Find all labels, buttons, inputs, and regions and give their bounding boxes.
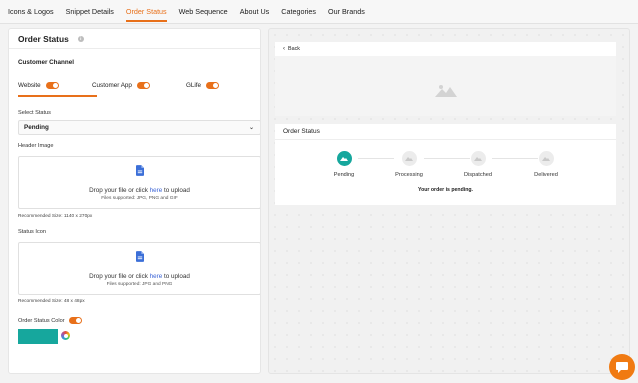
order-status-color-row: Order Status Color	[18, 317, 82, 324]
channel-website-label: Website	[18, 81, 41, 89]
order-status-color-label: Order Status Color	[18, 317, 65, 324]
tab-categories[interactable]: Categories	[281, 0, 316, 24]
color-swatch[interactable]	[18, 329, 58, 344]
active-channel-indicator	[18, 95, 97, 97]
order-status-settings-panel: Order Status i Customer Channel Website …	[8, 28, 261, 374]
icon-upload-text: Drop your file or click here to upload	[89, 273, 190, 280]
header-upload-link[interactable]: here	[150, 187, 163, 194]
step-label: Delivered	[534, 172, 558, 178]
chat-button[interactable]	[609, 354, 635, 380]
status-icon-label: Status Icon	[18, 229, 46, 235]
header-upload-supported: Files supported: JPG, PNG and GIF	[101, 196, 178, 201]
panel-title: Order Status	[18, 33, 69, 44]
channel-customer-app-label: Customer App	[92, 81, 132, 89]
tab-icons-logos[interactable]: Icons & Logos	[8, 0, 54, 24]
header-image-dropzone[interactable]: Drop your file or click here to upload F…	[18, 156, 260, 209]
step-label: Processing	[395, 172, 423, 178]
icon-upload-link[interactable]: here	[150, 273, 163, 280]
channel-customer-app-toggle[interactable]	[136, 81, 150, 89]
tab-snippet-details[interactable]: Snippet Details	[66, 0, 114, 24]
order-status-message: Your order is pending.	[418, 187, 473, 193]
order-status-card-title: Order Status	[275, 124, 616, 140]
channel-glife[interactable]: GLife	[186, 79, 220, 91]
chevron-down-icon: ⌄	[248, 125, 254, 131]
channel-glife-toggle[interactable]	[206, 81, 220, 89]
status-select-value: Pending	[24, 124, 49, 131]
tab-about-us[interactable]: About Us	[240, 0, 270, 24]
image-placeholder-icon	[435, 85, 457, 97]
channel-customer-app[interactable]: Customer App	[92, 79, 150, 91]
step-dispatched-icon	[470, 151, 486, 166]
icon-upload-supported: Files supported: JPG and PNG	[106, 282, 173, 287]
tab-our-brands[interactable]: Our Brands	[328, 0, 365, 24]
step-processing: Processing	[389, 151, 429, 178]
status-icon-dropzone[interactable]: Drop your file or click here to upload F…	[18, 242, 260, 295]
back-bar: ‹ Back	[275, 42, 616, 56]
icon-recommended-size: Recommended Size: 48 x 48px	[18, 299, 85, 304]
step-delivered: Delivered	[526, 151, 566, 178]
select-status-label: Select Status	[18, 110, 51, 116]
channel-website-toggle[interactable]	[45, 81, 59, 89]
order-status-color-toggle[interactable]	[68, 317, 82, 324]
back-arrow-icon[interactable]: ‹	[283, 46, 285, 52]
top-nav: Icons & Logos Snippet Details Order Stat…	[0, 0, 638, 24]
header-image-label: Header Image	[18, 143, 54, 149]
step-dispatched: Dispatched	[458, 151, 498, 178]
channel-website[interactable]: Website	[18, 79, 59, 91]
chat-icon	[616, 361, 628, 373]
color-picker-icon[interactable]	[61, 331, 70, 340]
tab-order-status[interactable]: Order Status	[125, 0, 167, 24]
channel-toggles: Website Customer App GLife	[18, 79, 254, 97]
header-recommended-size: Recommended Size: 1140 x 270px	[18, 214, 93, 219]
file-upload-icon	[135, 251, 144, 262]
step-label: Pending	[333, 172, 355, 178]
step-pending-icon	[336, 151, 352, 166]
back-link[interactable]: Back	[288, 46, 300, 52]
step-delivered-icon	[538, 151, 554, 166]
panel-header: Order Status i	[9, 29, 260, 49]
step-processing-icon	[401, 151, 417, 166]
file-upload-icon	[135, 165, 144, 176]
channel-glife-label: GLife	[186, 81, 202, 89]
tab-web-sequence[interactable]: Web Sequence	[179, 0, 228, 24]
header-upload-text: Drop your file or click here to upload	[89, 187, 190, 194]
info-icon[interactable]: i	[77, 35, 84, 42]
customer-channel-label: Customer Channel	[18, 59, 74, 66]
status-select[interactable]: Pending ⌄	[18, 120, 260, 135]
step-pending: Pending	[324, 151, 364, 178]
step-label: Dispatched	[464, 172, 492, 178]
